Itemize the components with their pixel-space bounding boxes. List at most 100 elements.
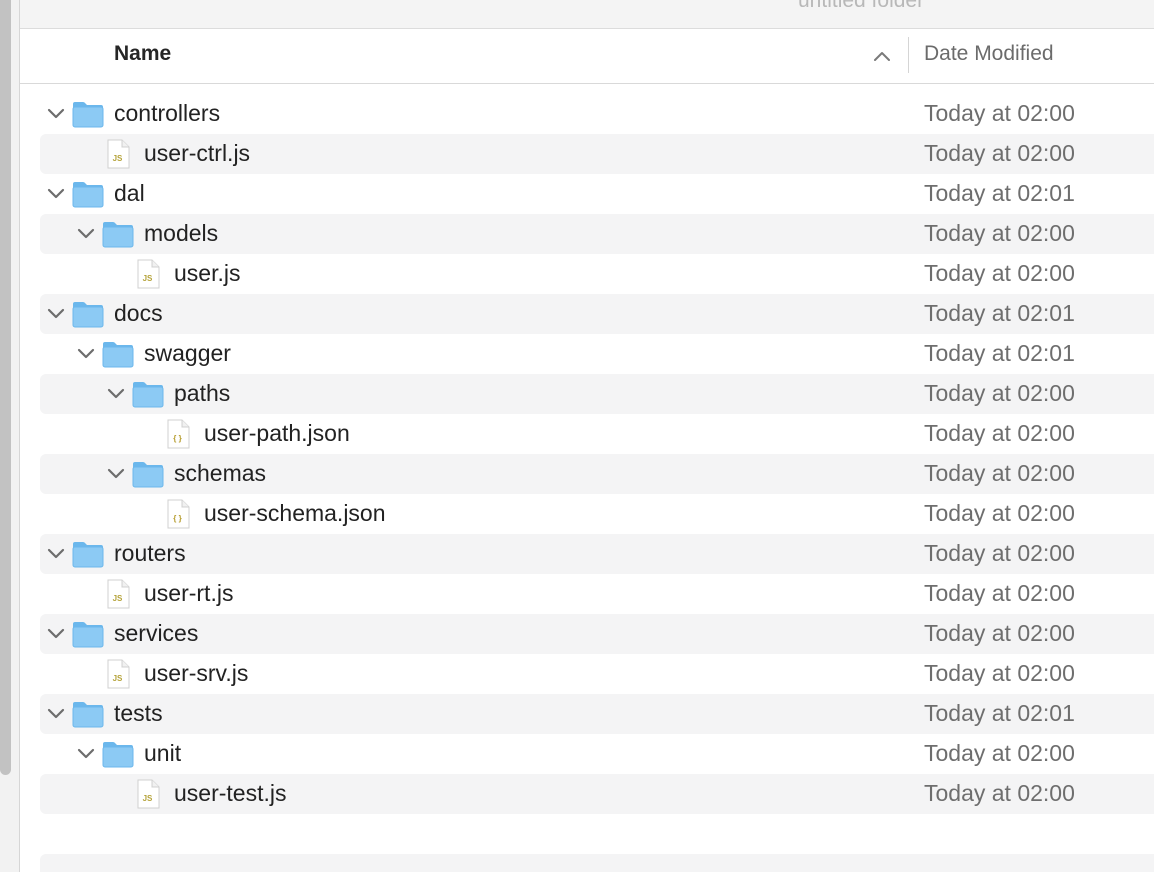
folder-row[interactable]: swagger Today at 02:01	[40, 334, 1154, 374]
item-date-modified: Today at 02:01	[924, 180, 1075, 206]
item-name: user-test.js	[174, 780, 287, 806]
folder-row[interactable]: schemas Today at 02:00	[40, 454, 1154, 494]
folder-icon	[72, 542, 104, 568]
svg-text:JS: JS	[143, 794, 153, 803]
file-row[interactable]: JS user-srv.js Today at 02:00	[40, 654, 1154, 694]
item-date-modified: Today at 02:01	[924, 340, 1075, 366]
item-date-modified: Today at 02:01	[924, 300, 1075, 326]
chevron-down-icon[interactable]	[46, 704, 66, 724]
chevron-down-icon[interactable]	[46, 624, 66, 644]
svg-text:JS: JS	[143, 274, 153, 283]
item-date-modified: Today at 02:00	[924, 380, 1075, 406]
folder-row[interactable]: controllers Today at 02:00	[40, 94, 1154, 134]
folder-row[interactable]: docs Today at 02:01	[40, 294, 1154, 334]
js-file-icon: JS	[107, 579, 130, 609]
item-date-modified: Today at 02:00	[924, 660, 1075, 686]
file-list: controllers Today at 02:00 JS user-ctrl.js T…	[40, 94, 1154, 814]
item-date-modified: Today at 02:00	[924, 740, 1075, 766]
item-date-modified: Today at 02:00	[924, 460, 1075, 486]
folder-row[interactable]: routers Today at 02:00	[40, 534, 1154, 574]
file-row[interactable]: JS user-test.js Today at 02:00	[40, 774, 1154, 814]
item-date-modified: Today at 02:00	[924, 780, 1075, 806]
js-file-icon: JS	[107, 659, 130, 689]
chevron-down-icon[interactable]	[46, 104, 66, 124]
item-date-modified: Today at 02:00	[924, 260, 1075, 286]
item-name: user-ctrl.js	[144, 140, 251, 166]
folder-icon	[132, 382, 164, 408]
chevron-down-icon[interactable]	[46, 544, 66, 564]
chevron-up-icon[interactable]	[870, 45, 894, 69]
folder-icon	[102, 342, 134, 368]
folder-row[interactable]: models Today at 02:00	[40, 214, 1154, 254]
folder-row[interactable]: dal Today at 02:01	[40, 174, 1154, 214]
column-divider[interactable]	[908, 37, 909, 73]
chevron-down-icon[interactable]	[46, 184, 66, 204]
chevron-down-icon[interactable]	[76, 744, 96, 764]
item-date-modified: Today at 02:00	[924, 540, 1075, 566]
js-file-icon: JS	[137, 779, 160, 809]
folder-icon	[72, 622, 104, 648]
item-name: routers	[114, 540, 186, 566]
item-name: models	[144, 220, 219, 246]
item-name: tests	[114, 700, 163, 726]
file-row[interactable]: { } user-path.json Today at 02:00	[40, 414, 1154, 454]
item-name: swagger	[144, 340, 231, 366]
item-date-modified: Today at 02:00	[924, 100, 1075, 126]
item-date-modified: Today at 02:00	[924, 420, 1075, 446]
sidebar-scrollbar[interactable]	[0, 0, 11, 775]
item-name: services	[114, 620, 199, 646]
chevron-down-icon[interactable]	[106, 464, 126, 484]
column-header-date-modified[interactable]: Date Modified	[924, 42, 1054, 66]
item-name: user-path.json	[204, 420, 350, 446]
chevron-down-icon[interactable]	[46, 304, 66, 324]
item-name: user-srv.js	[144, 660, 249, 686]
item-name: controllers	[114, 100, 221, 126]
folder-row[interactable]: unit Today at 02:00	[40, 734, 1154, 774]
toolbar: untitled folder	[20, 0, 1154, 29]
chevron-down-icon[interactable]	[76, 224, 96, 244]
file-row[interactable]: JS user-rt.js Today at 02:00	[40, 574, 1154, 614]
folder-row[interactable]: paths Today at 02:00	[40, 374, 1154, 414]
item-name: dal	[114, 180, 145, 206]
folder-icon	[72, 182, 104, 208]
folder-icon	[72, 102, 104, 128]
svg-text:{ }: { }	[173, 434, 181, 443]
folder-icon	[72, 302, 104, 328]
sidebar-edge	[0, 0, 20, 872]
item-date-modified: Today at 02:01	[924, 700, 1075, 726]
window-title: untitled folder	[798, 0, 925, 12]
item-date-modified: Today at 02:00	[924, 140, 1075, 166]
column-header-name[interactable]: Name	[114, 42, 171, 66]
item-date-modified: Today at 02:00	[924, 220, 1075, 246]
js-file-icon: JS	[107, 139, 130, 169]
item-name: docs	[114, 300, 163, 326]
folder-row[interactable]: tests Today at 02:01	[40, 694, 1154, 734]
folder-icon	[132, 462, 164, 488]
folder-icon	[102, 222, 134, 248]
item-name: unit	[144, 740, 182, 766]
chevron-down-icon[interactable]	[106, 384, 126, 404]
folder-row[interactable]: services Today at 02:00	[40, 614, 1154, 654]
item-name: user.js	[174, 260, 241, 286]
item-name: user-rt.js	[144, 580, 234, 606]
file-row[interactable]: { } user-schema.json Today at 02:00	[40, 494, 1154, 534]
item-date-modified: Today at 02:00	[924, 580, 1075, 606]
item-name: paths	[174, 380, 231, 406]
svg-text:JS: JS	[113, 674, 123, 683]
item-date-modified: Today at 02:00	[924, 500, 1075, 526]
item-name: user-schema.json	[204, 500, 386, 526]
file-row[interactable]: JS user-ctrl.js Today at 02:00	[40, 134, 1154, 174]
json-file-icon: { }	[167, 499, 190, 529]
column-header: Name Date Modified	[20, 29, 1154, 84]
finder-window: untitled folder Name Date Modified contr…	[0, 0, 1154, 872]
svg-text:{ }: { }	[173, 514, 181, 523]
json-file-icon: { }	[167, 419, 190, 449]
empty-row	[40, 854, 1154, 872]
chevron-down-icon[interactable]	[76, 344, 96, 364]
folder-icon	[72, 702, 104, 728]
svg-text:JS: JS	[113, 594, 123, 603]
item-date-modified: Today at 02:00	[924, 620, 1075, 646]
item-name: schemas	[174, 460, 267, 486]
file-row[interactable]: JS user.js Today at 02:00	[40, 254, 1154, 294]
folder-icon	[102, 742, 134, 768]
